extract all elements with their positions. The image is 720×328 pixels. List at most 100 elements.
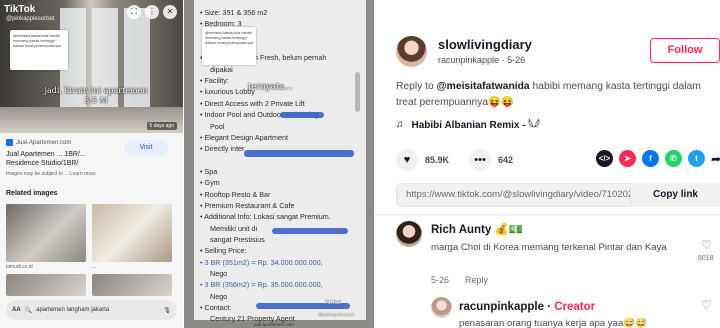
author-avatar[interactable] bbox=[396, 36, 427, 67]
divider bbox=[375, 214, 720, 215]
visit-button[interactable]: Visit bbox=[124, 140, 168, 156]
search-icon: 🔍 bbox=[24, 307, 33, 314]
thumb-label: lamudi.co.id bbox=[6, 264, 33, 270]
comment-count: 642 bbox=[498, 155, 514, 165]
music-title: Habibi Albanian Remix - 𓆩𓆪 bbox=[411, 120, 540, 131]
comment-sticker: @meisita fatwanida habibi memang kasta t… bbox=[202, 27, 256, 65]
mic-icon[interactable]: 🎙 bbox=[163, 307, 171, 314]
listing-line: • Additional Info: Lokasi sangat Premium… bbox=[200, 212, 331, 222]
reader-toggle[interactable]: AA bbox=[12, 307, 21, 313]
reply-text: penasaran orang tuanya kerja apa yaa😅😅 bbox=[459, 318, 648, 328]
video-caption: jadi, kirain ini apartemen 3-5 M bbox=[44, 86, 148, 105]
music-note-icon: ♫ bbox=[396, 118, 404, 130]
result-source[interactable]: Jual-Apartemen.com bbox=[6, 139, 71, 146]
tiktok-username: @pinkapplesorbet bbox=[6, 16, 55, 22]
author-username[interactable]: slowlivingdiary bbox=[438, 37, 532, 52]
listing-line: • Premium Restaurant & Cafe bbox=[200, 200, 295, 210]
redaction-mark bbox=[244, 150, 354, 157]
post-date: 5-26 bbox=[507, 55, 526, 65]
listing-line: sangat Prestisius bbox=[210, 235, 265, 244]
comment-like-count: 8018 bbox=[698, 255, 714, 262]
browser-address-bar[interactable]: AA 🔍 apartemen langham jakarta 🎙 bbox=[6, 300, 177, 320]
site-favicon-icon bbox=[6, 139, 13, 146]
comment-text: marga Choi di Korea memang terkenal Pint… bbox=[431, 242, 667, 253]
reply-author[interactable]: racunpinkapple · Creator bbox=[459, 301, 595, 313]
comment-sticker: @meisita fatwanida habibi memang kasta t… bbox=[10, 30, 68, 70]
reply-prefix: Reply to bbox=[396, 81, 437, 92]
share-arrow-icon[interactable]: ➦ bbox=[711, 152, 720, 166]
listing-line: • Facility: bbox=[200, 76, 229, 86]
commenter-avatar[interactable] bbox=[396, 221, 422, 247]
reply-avatar[interactable] bbox=[431, 297, 452, 318]
page-footer: jual-apartemen.com bbox=[254, 322, 294, 327]
comment-heart-icon[interactable]: ♡ bbox=[701, 238, 712, 252]
comment-date: 5-26 bbox=[431, 275, 450, 285]
close-icon[interactable]: ✕ bbox=[163, 5, 177, 19]
embed-icon[interactable]: </> bbox=[596, 150, 613, 167]
redaction-mark bbox=[280, 112, 324, 118]
tiktok-comments-panel: slowlivingdiary racunpinkapple · 5-26 Fo… bbox=[375, 0, 720, 328]
more-icon[interactable]: ⋮ bbox=[145, 5, 159, 19]
listing-line: • Directly inter bbox=[200, 144, 245, 154]
listing-line: Nego bbox=[210, 291, 228, 301]
whatsapp-icon[interactable]: ✆ bbox=[665, 150, 682, 167]
related-image[interactable] bbox=[92, 204, 172, 262]
send-icon[interactable]: ➤ bbox=[619, 150, 636, 167]
listing-line: Memiliki unit di bbox=[210, 223, 258, 233]
related-image[interactable] bbox=[6, 204, 86, 262]
follow-button[interactable]: Follow bbox=[650, 38, 720, 63]
search-query: apartemen langham jakarta bbox=[36, 307, 110, 313]
redaction-mark bbox=[272, 228, 348, 234]
like-count: 85.9K bbox=[425, 155, 450, 165]
reply-button[interactable]: Reply bbox=[465, 275, 488, 285]
result-disclaimer: Images may be subject to ... Learn more bbox=[6, 171, 96, 177]
listing-line: • Direct Access with 2 Private Lift bbox=[200, 98, 305, 108]
tiktok-watermark-user: @pinkapplesorbet bbox=[318, 312, 355, 317]
related-image[interactable] bbox=[6, 274, 86, 296]
video-caption: ternyata... bbox=[248, 82, 293, 92]
thumb-label: ... bbox=[92, 264, 97, 270]
video-description: Reply to @meisitafatwanida habibi memang… bbox=[396, 79, 706, 111]
tiktok-logo: TikTok bbox=[4, 4, 36, 15]
listing-line: • Gym bbox=[200, 178, 220, 188]
facebook-icon[interactable]: f bbox=[642, 150, 659, 167]
commenter-name[interactable]: Rich Aunty 💰💵 bbox=[431, 222, 523, 236]
listing-line: • Contact: bbox=[200, 303, 232, 313]
listing-line: dipakai bbox=[210, 64, 233, 74]
mention-link[interactable]: @meisitafatwanida bbox=[437, 81, 530, 92]
listing-line: • Spa bbox=[200, 166, 218, 176]
author-nickname: racunpinkapple bbox=[438, 55, 500, 65]
listing-line: Pool bbox=[210, 121, 225, 131]
scrollbar[interactable] bbox=[355, 72, 360, 112]
twitter-icon[interactable]: t bbox=[688, 150, 705, 167]
crop-icon[interactable]: ⛶ bbox=[127, 5, 141, 19]
listing-line: Nego bbox=[210, 269, 228, 279]
tiktok-watermark: TikTok bbox=[324, 300, 342, 306]
comment-meta: 5-26 Reply bbox=[431, 275, 488, 285]
listing-line: • Selling Price: bbox=[200, 246, 247, 256]
reply-author-name: racunpinkapple bbox=[459, 301, 544, 313]
lens-top-actions: ⛶ ⋮ ✕ bbox=[127, 5, 177, 19]
age-badge: 5 days ago bbox=[146, 122, 177, 130]
source-site: Jual-Apartemen.com bbox=[16, 139, 72, 146]
author-info: racunpinkapple · 5-26 bbox=[438, 55, 526, 65]
share-buttons: </> ➤ f ✆ t bbox=[596, 150, 705, 167]
creator-badge: Creator bbox=[554, 301, 596, 313]
listing-line: • Elegant Design Apartment bbox=[200, 132, 289, 142]
listing-line: • 3 BR (356m2) = Rp. 35.000.000.000, bbox=[200, 280, 323, 290]
copy-link-button[interactable]: Copy link bbox=[630, 183, 720, 207]
related-images-title: Related images bbox=[6, 190, 58, 197]
listing-line: • Size: 351 & 356 m2 bbox=[200, 8, 268, 17]
listing-line: • luxurious Lobby bbox=[200, 87, 255, 97]
reply-heart-icon[interactable]: ♡ bbox=[701, 298, 712, 312]
engagement-stats: ♥ 85.9K ••• 642 bbox=[396, 148, 533, 172]
heart-icon[interactable]: ♥ bbox=[396, 149, 418, 171]
result-title[interactable]: Jual Apartemen ... 1BR/... Residence Stu… bbox=[6, 150, 116, 168]
lens-screenshot-panel: TikTok @pinkapplesorbet ⛶ ⋮ ✕ @meisita f… bbox=[0, 0, 183, 328]
related-image[interactable] bbox=[92, 274, 172, 296]
music-link[interactable]: ♫ Habibi Albanian Remix - 𓆩𓆪 bbox=[396, 116, 540, 132]
listing-line: • 3 BR (351m2) = Rp. 34.000.000.000, bbox=[200, 257, 323, 267]
listing-line: • Rooftop Resto & Bar bbox=[200, 189, 271, 199]
comment-icon[interactable]: ••• bbox=[469, 149, 492, 171]
listing-screenshot-panel: • Size: 351 & 356 m2• Bedroom: 311• Cond… bbox=[184, 0, 374, 328]
